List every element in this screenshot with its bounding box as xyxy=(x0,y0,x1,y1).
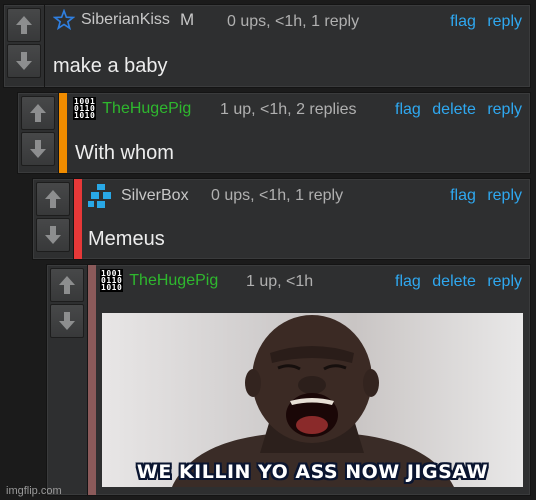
comment-body: SiberianKiss M 0 ups, <1h, 1 reply flag … xyxy=(45,5,530,87)
vote-column xyxy=(33,179,74,259)
arrow-down-icon xyxy=(45,226,61,244)
comment-text: make a baby xyxy=(53,55,168,77)
arrow-down-icon xyxy=(30,140,46,158)
mod-badge: M xyxy=(179,10,195,29)
upvote-button[interactable] xyxy=(21,96,55,130)
comment-meta: 1 up, <1h, 2 replies xyxy=(220,101,357,118)
arrow-up-icon xyxy=(59,276,75,294)
meme-image[interactable]: WE KILLIN YO ASS NOW JIGSAW xyxy=(102,313,523,487)
comment-2: 1001 0110 1010 TheHugePig 1 up, <1h, 2 rep… xyxy=(17,92,531,174)
reply-link[interactable]: reply xyxy=(487,273,522,290)
comment-user: SiberianKiss M xyxy=(53,9,194,31)
reply-link[interactable]: reply xyxy=(487,187,522,204)
username[interactable]: TheHugePig xyxy=(102,100,191,118)
username[interactable]: SiberianKiss xyxy=(81,11,170,29)
username[interactable]: TheHugePig xyxy=(129,272,218,290)
delete-link[interactable]: delete xyxy=(432,101,476,118)
comment-actions: flag reply xyxy=(443,187,522,205)
reply-link[interactable]: reply xyxy=(487,13,522,30)
vote-column xyxy=(47,265,88,495)
reply-depth-stripe xyxy=(59,93,67,173)
downvote-button[interactable] xyxy=(50,304,84,338)
reply-link[interactable]: reply xyxy=(487,101,522,118)
binary-avatar-icon: 1001 0110 1010 xyxy=(73,97,97,120)
upvote-button[interactable] xyxy=(50,268,84,302)
arrow-up-icon xyxy=(45,190,61,208)
reply-depth-stripe xyxy=(74,179,82,259)
comment-meta: 0 ups, <1h, 1 reply xyxy=(227,13,360,30)
binary-avatar-icon: 1001 0110 1010 xyxy=(100,269,124,292)
flag-link[interactable]: flag xyxy=(450,187,476,204)
downvote-button[interactable] xyxy=(7,44,41,78)
comment-1: SiberianKiss M 0 ups, <1h, 1 reply flag … xyxy=(3,4,531,88)
vote-column xyxy=(18,93,59,173)
comment-user: 1001 0110 1010 TheHugePig xyxy=(100,269,218,292)
flag-link[interactable]: flag xyxy=(450,13,476,30)
comment-text: With whom xyxy=(75,142,174,164)
comment-body: SilverBox 0 ups, <1h, 1 reply flag reply… xyxy=(82,179,530,259)
username[interactable]: SilverBox xyxy=(121,187,189,205)
comment-meta: 0 ups, <1h, 1 reply xyxy=(211,187,344,204)
comment-meta: 1 up, <1h xyxy=(246,273,314,290)
arrow-up-icon xyxy=(30,104,46,122)
comment-body: 1001 0110 1010 TheHugePig 1 up, <1h, 2 rep… xyxy=(67,93,530,173)
flag-link[interactable]: flag xyxy=(395,273,421,290)
downvote-button[interactable] xyxy=(36,218,70,252)
comment-actions: flag reply xyxy=(443,13,522,31)
reply-depth-stripe xyxy=(88,265,96,495)
upvote-button[interactable] xyxy=(7,8,41,42)
imgflip-watermark: imgflip.com xyxy=(6,485,62,497)
arrow-down-icon xyxy=(59,312,75,330)
arrow-down-icon xyxy=(16,52,32,70)
upvote-button[interactable] xyxy=(36,182,70,216)
meme-caption: WE KILLIN YO ASS NOW JIGSAW xyxy=(136,461,489,483)
arrow-up-icon xyxy=(16,16,32,34)
delete-link[interactable]: delete xyxy=(432,273,476,290)
blue-blocks-avatar-icon xyxy=(88,184,111,208)
comment-actions: flag delete reply xyxy=(388,101,522,119)
comment-text: Memeus xyxy=(88,228,165,250)
comment-user: 1001 0110 1010 TheHugePig xyxy=(73,97,191,120)
comment-actions: flag delete reply xyxy=(388,273,522,291)
comment-user: SilverBox xyxy=(87,183,189,209)
vote-column xyxy=(4,5,45,87)
downvote-button[interactable] xyxy=(21,132,55,166)
star-icon xyxy=(53,9,75,31)
flag-link[interactable]: flag xyxy=(395,101,421,118)
comment-3: SilverBox 0 ups, <1h, 1 reply flag reply… xyxy=(32,178,531,260)
